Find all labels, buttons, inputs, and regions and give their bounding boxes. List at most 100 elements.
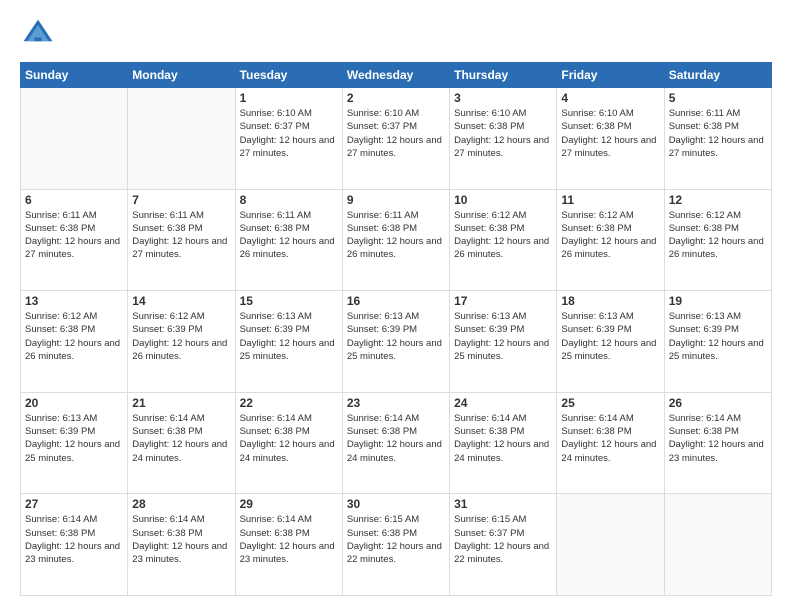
day-number: 14 <box>132 294 230 308</box>
day-number: 5 <box>669 91 767 105</box>
calendar-cell: 10 Sunrise: 6:12 AM Sunset: 6:38 PM Dayli… <box>450 189 557 291</box>
weekday-header-thursday: Thursday <box>450 63 557 88</box>
day-number: 7 <box>132 193 230 207</box>
day-info: Sunrise: 6:14 AM Sunset: 6:38 PM Dayligh… <box>25 513 123 566</box>
calendar-cell: 27 Sunrise: 6:14 AM Sunset: 6:38 PM Dayli… <box>21 494 128 596</box>
week-row-3: 20 Sunrise: 6:13 AM Sunset: 6:39 PM Dayli… <box>21 392 772 494</box>
calendar-cell: 14Sunrise: 6:12 AM Sunset: 6:39 PM Dayli… <box>128 291 235 393</box>
week-row-2: 13Sunrise: 6:12 AM Sunset: 6:38 PM Dayli… <box>21 291 772 393</box>
calendar-cell: 20 Sunrise: 6:13 AM Sunset: 6:39 PM Dayli… <box>21 392 128 494</box>
day-number: 23 <box>347 396 445 410</box>
day-info: Sunrise: 6:10 AM Sunset: 6:38 PM Dayligh… <box>561 107 659 160</box>
day-info: Sunrise: 6:12 AM Sunset: 6:38 PM Dayligh… <box>454 209 552 262</box>
calendar-cell: 23 Sunrise: 6:14 AM Sunset: 6:38 PM Dayli… <box>342 392 449 494</box>
day-number: 17 <box>454 294 552 308</box>
calendar-cell: 13Sunrise: 6:12 AM Sunset: 6:38 PM Dayli… <box>21 291 128 393</box>
day-number: 6 <box>25 193 123 207</box>
page: SundayMondayTuesdayWednesdayThursdayFrid… <box>0 0 792 612</box>
day-info: Sunrise: 6:14 AM Sunset: 6:38 PM Dayligh… <box>132 513 230 566</box>
calendar-cell: 21 Sunrise: 6:14 AM Sunset: 6:38 PM Dayli… <box>128 392 235 494</box>
calendar-cell: 25 Sunrise: 6:14 AM Sunset: 6:38 PM Dayli… <box>557 392 664 494</box>
weekday-header-sunday: Sunday <box>21 63 128 88</box>
calendar-cell <box>128 88 235 190</box>
day-number: 19 <box>669 294 767 308</box>
calendar-cell: 24 Sunrise: 6:14 AM Sunset: 6:38 PM Dayli… <box>450 392 557 494</box>
day-number: 30 <box>347 497 445 511</box>
day-number: 27 <box>25 497 123 511</box>
day-info: Sunrise: 6:13 AM Sunset: 6:39 PM Dayligh… <box>669 310 767 363</box>
week-row-0: 1 Sunrise: 6:10 AM Sunset: 6:37 PM Daylig… <box>21 88 772 190</box>
calendar-cell: 16Sunrise: 6:13 AM Sunset: 6:39 PM Dayli… <box>342 291 449 393</box>
calendar-cell <box>557 494 664 596</box>
day-info: Sunrise: 6:11 AM Sunset: 6:38 PM Dayligh… <box>669 107 767 160</box>
calendar-cell: 30 Sunrise: 6:15 AM Sunset: 6:38 PM Dayli… <box>342 494 449 596</box>
day-number: 21 <box>132 396 230 410</box>
weekday-header-row: SundayMondayTuesdayWednesdayThursdayFrid… <box>21 63 772 88</box>
logo-icon <box>20 16 56 52</box>
calendar-cell: 31 Sunrise: 6:15 AM Sunset: 6:37 PM Dayli… <box>450 494 557 596</box>
calendar-cell: 11 Sunrise: 6:12 AM Sunset: 6:38 PM Dayli… <box>557 189 664 291</box>
day-info: Sunrise: 6:14 AM Sunset: 6:38 PM Dayligh… <box>454 412 552 465</box>
calendar-cell: 5 Sunrise: 6:11 AM Sunset: 6:38 PM Daylig… <box>664 88 771 190</box>
day-info: Sunrise: 6:13 AM Sunset: 6:39 PM Dayligh… <box>561 310 659 363</box>
day-info: Sunrise: 6:10 AM Sunset: 6:37 PM Dayligh… <box>347 107 445 160</box>
day-info: Sunrise: 6:13 AM Sunset: 6:39 PM Dayligh… <box>25 412 123 465</box>
weekday-header-monday: Monday <box>128 63 235 88</box>
day-number: 20 <box>25 396 123 410</box>
day-number: 2 <box>347 91 445 105</box>
calendar-cell: 2 Sunrise: 6:10 AM Sunset: 6:37 PM Daylig… <box>342 88 449 190</box>
day-info: Sunrise: 6:11 AM Sunset: 6:38 PM Dayligh… <box>240 209 338 262</box>
calendar-cell: 3 Sunrise: 6:10 AM Sunset: 6:38 PM Daylig… <box>450 88 557 190</box>
day-number: 25 <box>561 396 659 410</box>
day-info: Sunrise: 6:14 AM Sunset: 6:38 PM Dayligh… <box>561 412 659 465</box>
day-info: Sunrise: 6:13 AM Sunset: 6:39 PM Dayligh… <box>454 310 552 363</box>
calendar-cell: 28 Sunrise: 6:14 AM Sunset: 6:38 PM Dayli… <box>128 494 235 596</box>
day-info: Sunrise: 6:11 AM Sunset: 6:38 PM Dayligh… <box>25 209 123 262</box>
calendar-table: SundayMondayTuesdayWednesdayThursdayFrid… <box>20 62 772 596</box>
day-number: 11 <box>561 193 659 207</box>
day-number: 18 <box>561 294 659 308</box>
weekday-header-wednesday: Wednesday <box>342 63 449 88</box>
day-info: Sunrise: 6:14 AM Sunset: 6:38 PM Dayligh… <box>132 412 230 465</box>
calendar-cell: 9Sunrise: 6:11 AM Sunset: 6:38 PM Daylig… <box>342 189 449 291</box>
day-number: 3 <box>454 91 552 105</box>
day-number: 10 <box>454 193 552 207</box>
calendar-cell: 8 Sunrise: 6:11 AM Sunset: 6:38 PM Daylig… <box>235 189 342 291</box>
weekday-header-tuesday: Tuesday <box>235 63 342 88</box>
day-number: 22 <box>240 396 338 410</box>
calendar-cell: 12 Sunrise: 6:12 AM Sunset: 6:38 PM Dayli… <box>664 189 771 291</box>
day-info: Sunrise: 6:14 AM Sunset: 6:38 PM Dayligh… <box>669 412 767 465</box>
calendar-cell: 29 Sunrise: 6:14 AM Sunset: 6:38 PM Dayli… <box>235 494 342 596</box>
logo <box>20 16 60 52</box>
weekday-header-friday: Friday <box>557 63 664 88</box>
day-info: Sunrise: 6:14 AM Sunset: 6:38 PM Dayligh… <box>240 513 338 566</box>
calendar-cell: 1Sunrise: 6:10 AM Sunset: 6:37 PM Daylig… <box>235 88 342 190</box>
day-info: Sunrise: 6:15 AM Sunset: 6:37 PM Dayligh… <box>454 513 552 566</box>
day-info: Sunrise: 6:12 AM Sunset: 6:38 PM Dayligh… <box>561 209 659 262</box>
day-number: 26 <box>669 396 767 410</box>
day-info: Sunrise: 6:11 AM Sunset: 6:38 PM Dayligh… <box>132 209 230 262</box>
day-info: Sunrise: 6:10 AM Sunset: 6:38 PM Dayligh… <box>454 107 552 160</box>
calendar-cell: 19 Sunrise: 6:13 AM Sunset: 6:39 PM Dayli… <box>664 291 771 393</box>
day-number: 28 <box>132 497 230 511</box>
day-info: Sunrise: 6:14 AM Sunset: 6:38 PM Dayligh… <box>240 412 338 465</box>
day-number: 29 <box>240 497 338 511</box>
day-number: 12 <box>669 193 767 207</box>
day-info: Sunrise: 6:15 AM Sunset: 6:38 PM Dayligh… <box>347 513 445 566</box>
calendar-cell: 4 Sunrise: 6:10 AM Sunset: 6:38 PM Daylig… <box>557 88 664 190</box>
day-info: Sunrise: 6:12 AM Sunset: 6:38 PM Dayligh… <box>669 209 767 262</box>
day-number: 24 <box>454 396 552 410</box>
day-number: 16 <box>347 294 445 308</box>
day-number: 1 <box>240 91 338 105</box>
calendar-cell: 15Sunrise: 6:13 AM Sunset: 6:39 PM Dayli… <box>235 291 342 393</box>
day-number: 8 <box>240 193 338 207</box>
day-info: Sunrise: 6:14 AM Sunset: 6:38 PM Dayligh… <box>347 412 445 465</box>
day-info: Sunrise: 6:13 AM Sunset: 6:39 PM Dayligh… <box>240 310 338 363</box>
calendar-cell <box>21 88 128 190</box>
week-row-1: 6 Sunrise: 6:11 AM Sunset: 6:38 PM Daylig… <box>21 189 772 291</box>
day-number: 31 <box>454 497 552 511</box>
header <box>20 16 772 52</box>
calendar-cell: 18 Sunrise: 6:13 AM Sunset: 6:39 PM Dayli… <box>557 291 664 393</box>
calendar-cell: 17 Sunrise: 6:13 AM Sunset: 6:39 PM Dayli… <box>450 291 557 393</box>
day-number: 4 <box>561 91 659 105</box>
